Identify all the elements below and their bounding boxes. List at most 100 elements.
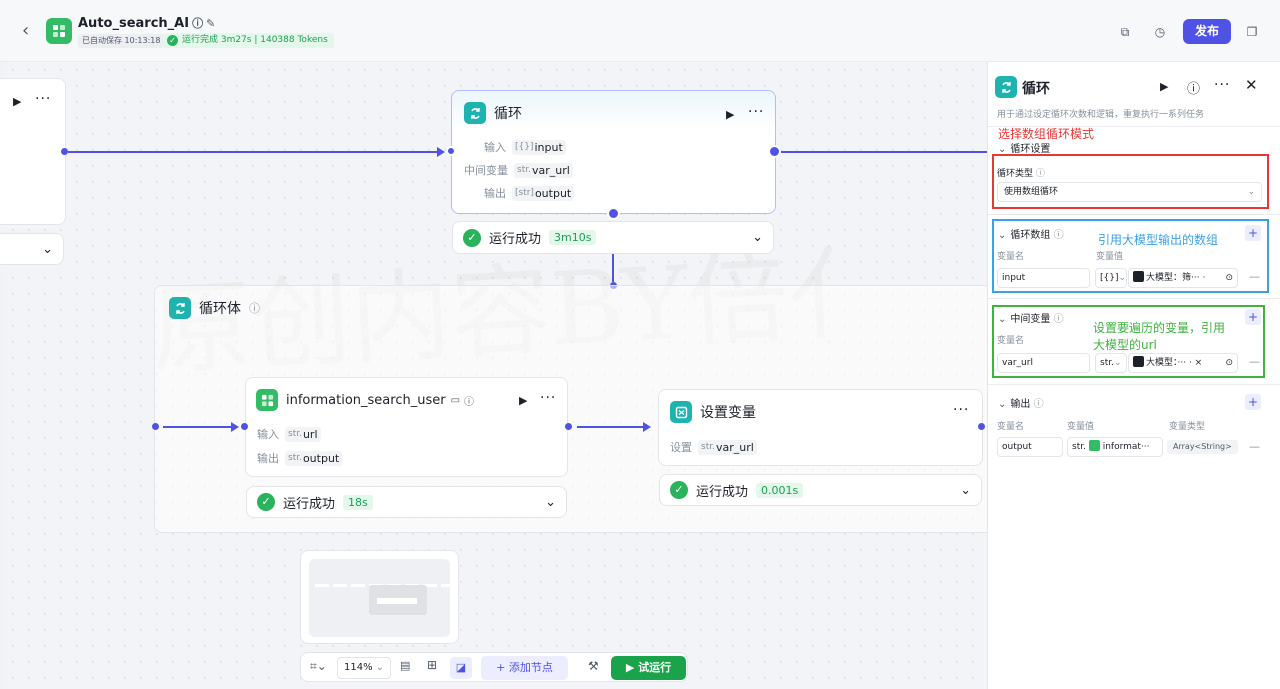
run-node-icon[interactable]: ▶	[726, 108, 734, 121]
loop-type-select[interactable]: 使用数组循环 ⌄	[997, 182, 1262, 202]
loop-node-status[interactable]: ✓ 运行成功 3m10s ⌄	[452, 221, 774, 254]
comment-icon[interactable]: ▤	[400, 659, 410, 672]
add-intermediate-button[interactable]: +	[1245, 309, 1261, 325]
annotation-green-line2: 大模型的url	[1093, 338, 1157, 352]
loop-node-title: 循环	[494, 106, 522, 122]
copy-icon[interactable]: ⧉	[1113, 20, 1137, 44]
edge-loop-next	[781, 151, 987, 153]
info-icon[interactable]: ⓘ	[192, 17, 203, 30]
add-output-button[interactable]: +	[1245, 394, 1261, 410]
loop-array-header[interactable]: ⌄ 循环数组 ⓘ	[998, 226, 1064, 241]
check-icon: ✓	[167, 35, 178, 46]
loop-input-port[interactable]	[446, 146, 456, 156]
body-input-port[interactable]	[152, 423, 159, 430]
window-icon[interactable]: ❐	[1240, 20, 1264, 44]
chevron-down-icon[interactable]: ⌄	[998, 314, 1006, 325]
more-icon[interactable]: ···	[1214, 77, 1230, 93]
run-node-icon[interactable]: ▶	[1160, 80, 1168, 93]
plus-icon: +	[496, 661, 509, 674]
info-icon[interactable]: ⓘ	[1054, 230, 1064, 241]
status-time: 0.001s	[756, 482, 804, 498]
chevron-down-icon[interactable]: ⌄	[752, 230, 763, 245]
add-node-button[interactable]: + 添加节点	[481, 656, 568, 680]
start-node-partial[interactable]: ▶ ···	[0, 78, 66, 225]
output-port[interactable]	[61, 148, 68, 155]
info-icon[interactable]: ⓘ	[464, 393, 474, 408]
loop-array-ref-input[interactable]: 大模型：筛··· · ⊙	[1128, 268, 1238, 288]
info-icon[interactable]: ⓘ	[1054, 314, 1064, 325]
loop-array-type-select[interactable]: [{}]⌄	[1095, 268, 1127, 288]
target-icon[interactable]: ⊙	[1225, 269, 1233, 287]
more-icon[interactable]: ···	[748, 104, 764, 120]
more-icon[interactable]: ···	[540, 390, 556, 406]
set-variable-node[interactable]: 设置变量 ··· 设置 str. var_url	[658, 389, 983, 466]
run-node-icon[interactable]: ▶	[519, 394, 527, 407]
remove-icon[interactable]: —	[1249, 270, 1260, 283]
minimap-toggle-icon[interactable]: ◪	[450, 657, 472, 679]
intermediate-type-select[interactable]: str.⌄	[1095, 353, 1127, 373]
canvas-toolbar: ⌗⌄ 114% ⌄ ▤ ⊞ ◪ + 添加节点 ⚒ ▶ 试运行	[300, 652, 688, 682]
search-output-port[interactable]	[565, 423, 572, 430]
type-prefix: [{}]	[515, 142, 534, 152]
chevron-down-icon[interactable]: ⌄	[998, 399, 1006, 410]
divider	[988, 214, 1280, 215]
help-icon[interactable]: ⓘ	[1187, 78, 1200, 97]
loop-settings-header[interactable]: ⌄ 循环设置	[998, 140, 1050, 155]
layout-icon[interactable]: ⊞	[427, 658, 437, 672]
var-chip: str. var_url	[514, 162, 573, 178]
run-node-icon[interactable]: ▶	[13, 95, 21, 108]
output-type-tag: Array<String>	[1167, 440, 1238, 454]
intermediate-ref-input[interactable]: 大模型：··· · × ⊙	[1128, 353, 1238, 373]
add-array-button[interactable]: +	[1245, 225, 1261, 241]
more-icon[interactable]: ···	[953, 402, 969, 418]
loop-array-name-input[interactable]: input	[997, 268, 1090, 288]
test-run-button[interactable]: ▶ 试运行	[611, 656, 686, 680]
output-ref-input[interactable]: str. informat···	[1067, 437, 1163, 457]
edge-start-loop	[68, 151, 440, 153]
setvar-output-port[interactable]	[978, 423, 985, 430]
back-chevron-icon[interactable]: ‹	[22, 20, 40, 42]
col-var-type: 变量类型	[1169, 422, 1206, 432]
search-node-status[interactable]: ✓ 运行成功 18s ⌄	[246, 486, 567, 518]
remove-icon[interactable]: —	[1249, 355, 1260, 368]
row-label: 输入	[484, 141, 506, 154]
row-label: 输入	[257, 428, 279, 441]
chevron-down-icon[interactable]: ⌄	[998, 230, 1006, 241]
remove-icon[interactable]: —	[1249, 440, 1260, 453]
setvar-node-status[interactable]: ✓ 运行成功 0.001s ⌄	[659, 474, 982, 506]
intermediate-name-input[interactable]: var_url	[997, 353, 1090, 373]
minimap[interactable]	[300, 550, 459, 644]
search-input-port[interactable]	[241, 423, 248, 430]
output-name-input[interactable]: output	[997, 437, 1063, 457]
start-node-status-partial[interactable]: ⌄	[0, 233, 64, 265]
more-icon[interactable]: ···	[35, 91, 51, 107]
mouse-icon[interactable]: ⌗⌄	[310, 659, 327, 674]
info-icon[interactable]: ⓘ	[249, 300, 260, 316]
history-icon[interactable]: ◷	[1148, 20, 1172, 44]
search-plugin-node[interactable]: information_search_user ▭ ⓘ ▶ ··· 输入 str.…	[245, 377, 568, 477]
info-icon[interactable]: ⓘ	[1034, 399, 1044, 410]
plugin-icon	[256, 389, 278, 411]
variable-icon	[670, 401, 692, 423]
ref-text: 大模型：··· · ×	[1146, 358, 1203, 368]
col-var-name: 变量名	[997, 336, 1025, 346]
close-icon[interactable]: ✕	[1245, 76, 1258, 94]
publish-button[interactable]: 发布	[1183, 19, 1231, 44]
loop-output-port[interactable]	[768, 145, 781, 158]
zoom-select[interactable]: 114% ⌄	[337, 657, 391, 679]
edge-arrow	[437, 147, 445, 157]
loop-body-port[interactable]	[607, 207, 620, 220]
inbox-icon: ▭	[450, 394, 461, 406]
edit-icon[interactable]: ✎	[206, 17, 215, 30]
col-var-name: 变量名	[997, 252, 1025, 262]
chevron-down-icon[interactable]: ⌄	[42, 242, 53, 257]
chevron-down-icon[interactable]: ⌄	[960, 483, 971, 498]
loop-node[interactable]: 循环 ▶ ··· 输入 [{}] input 中间变量 str. var_url 输出 […	[451, 90, 776, 214]
info-icon[interactable]: ⓘ	[1036, 169, 1045, 179]
var-name: output	[302, 451, 340, 465]
chevron-down-icon[interactable]: ⌄	[545, 495, 556, 510]
output-header[interactable]: ⌄ 输出 ⓘ	[998, 395, 1044, 410]
wrench-icon[interactable]: ⚒	[588, 659, 599, 673]
intermediate-header[interactable]: ⌄ 中间变量 ⓘ	[998, 310, 1064, 325]
target-icon[interactable]: ⊙	[1225, 354, 1233, 372]
